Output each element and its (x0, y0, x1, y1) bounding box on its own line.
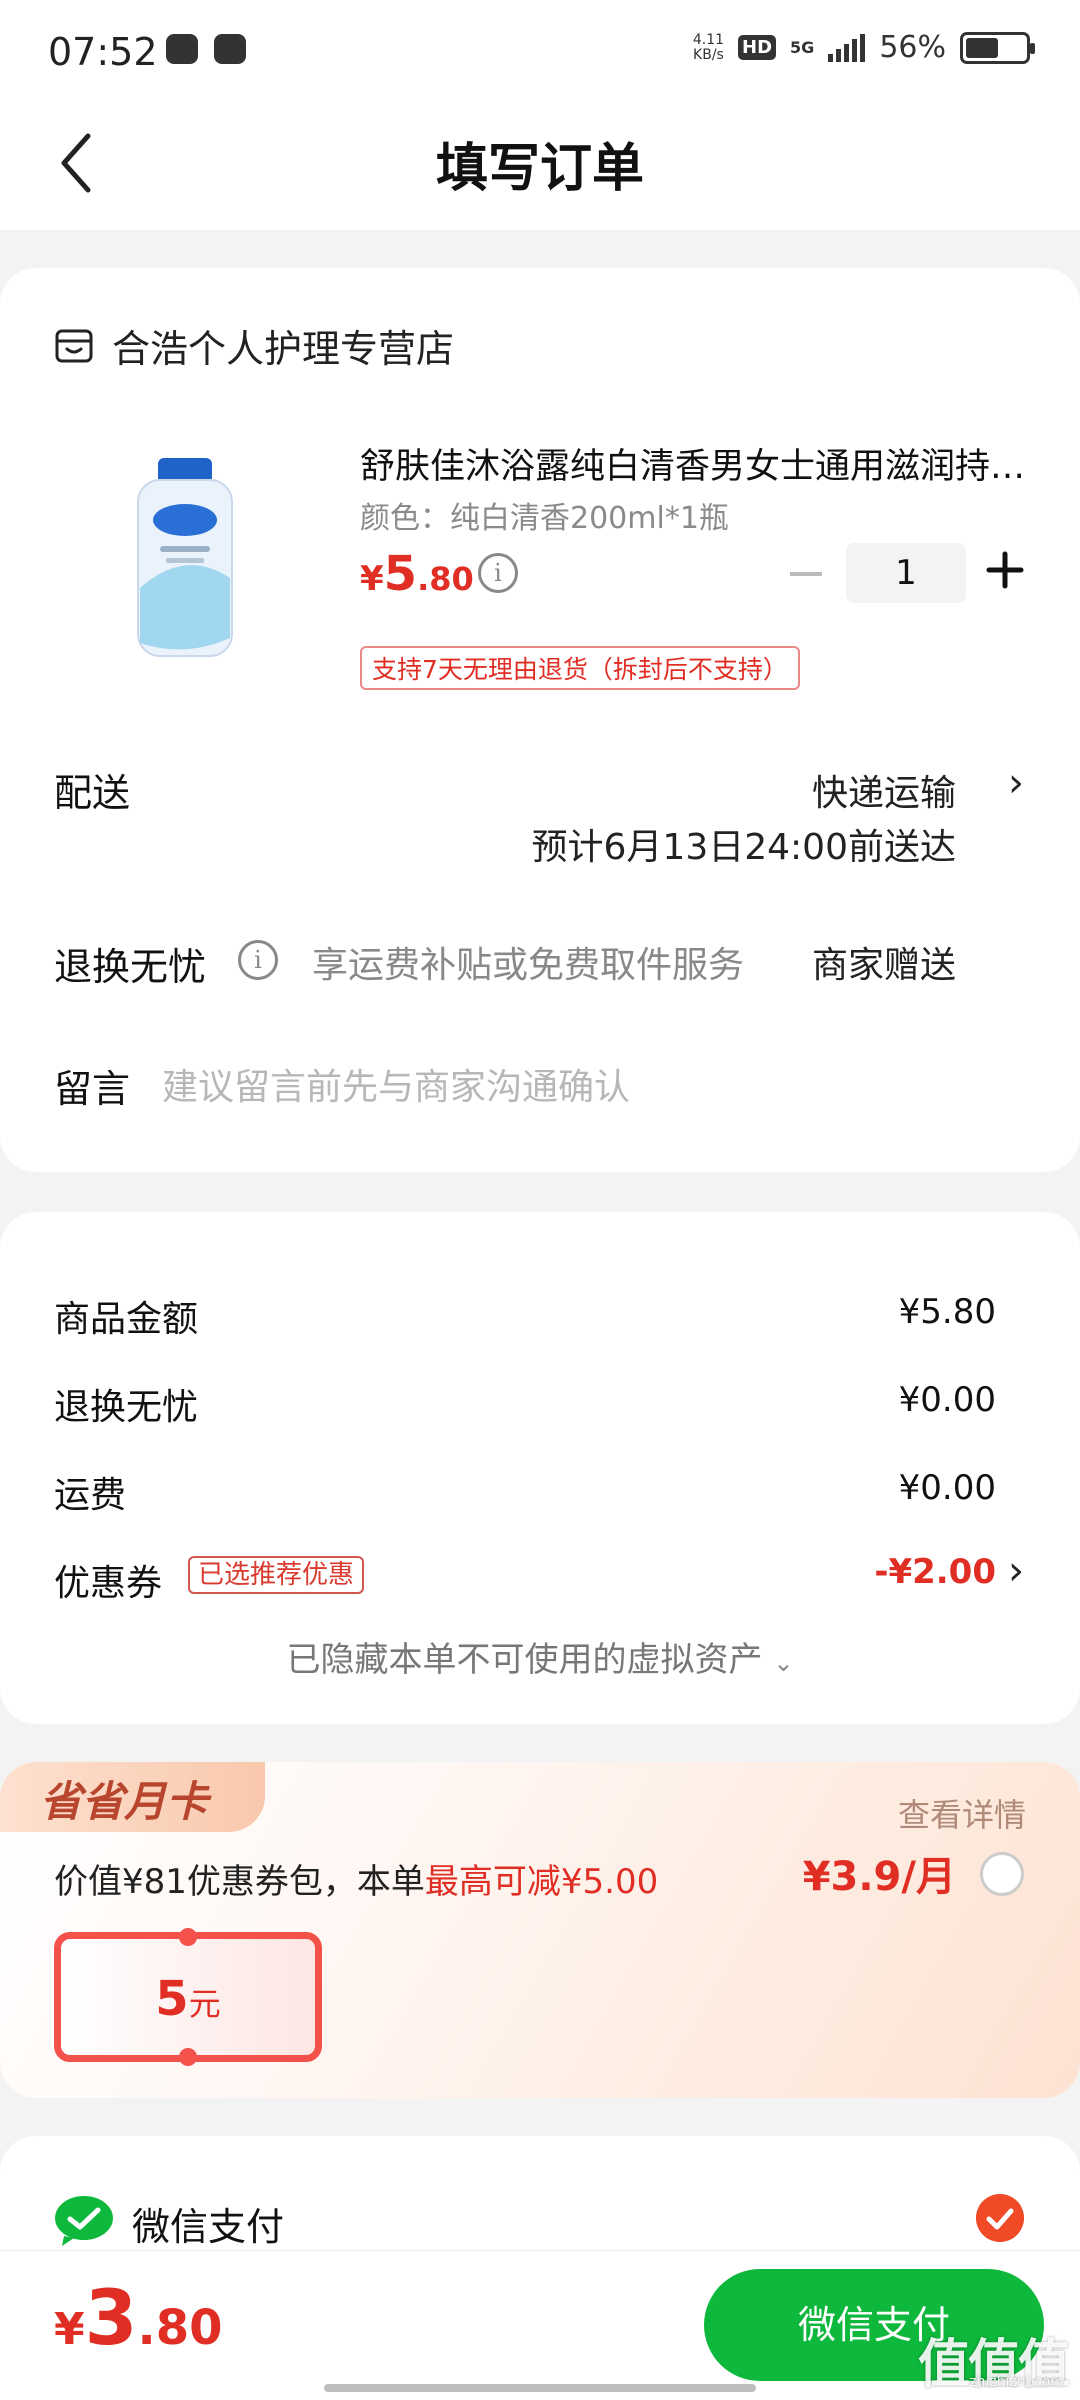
product-spec[interactable]: 颜色：纯白清香200ml*1瓶 (360, 493, 729, 537)
store-row[interactable]: 合浩个人护理专营店 (54, 318, 454, 373)
message-input[interactable]: 建议留言前先与商家沟通确认 (162, 1058, 630, 1110)
quantity-field[interactable]: 1 (846, 543, 966, 603)
product-image[interactable] (130, 458, 240, 658)
monthly-coupon: 5元 (54, 1928, 322, 2066)
monthly-card-detail-link[interactable]: 查看详情 (898, 1790, 1026, 1836)
product-price: ¥5.80 (360, 546, 474, 602)
home-indicator[interactable] (324, 2384, 756, 2392)
delivery-chevron-icon[interactable]: › (1008, 760, 1024, 806)
monthly-card-promo: 省省月卡 查看详情 价值¥81优惠券包，本单最高可减¥5.00 ¥3.9/月 5… (0, 1762, 1080, 2098)
price-summary-card: 商品金额 ¥5.80 退换无忧 ¥0.00 运费 ¥0.00 优惠券 已选推荐优… (0, 1212, 1080, 1724)
delivery-method[interactable]: 快递运输 (812, 764, 956, 816)
payment-selected-check-icon[interactable] (976, 2194, 1024, 2242)
monthly-coupon-value: 5元 (155, 1971, 221, 2027)
quantity-decrease-button[interactable] (790, 572, 822, 576)
wechat-pay-icon (55, 2196, 113, 2246)
worry-free-fee-value: ¥0.00 (898, 1380, 996, 1420)
monthly-card-badge: 省省月卡 (0, 1762, 265, 1832)
wechat-notification-icon (166, 34, 198, 64)
return-policy-tag: 支持7天无理由退货（拆封后不支持） (360, 646, 800, 690)
message-label: 留言 (54, 1067, 131, 1111)
page-title: 填写订单 (435, 139, 644, 199)
worry-free-label: 退换无忧 (54, 945, 207, 989)
battery-level (966, 37, 999, 58)
monthly-card-price: ¥3.9/月 (802, 1854, 956, 1900)
goods-amount-label: 商品金额 (54, 1299, 199, 1340)
delivery-eta: 预计6月13日24:00前送达 (531, 827, 956, 868)
coupon-selected-tag: 已选推荐优惠 (188, 1556, 365, 1594)
quantity-increase-button[interactable] (985, 550, 1025, 590)
store-name: 合浩个人护理专营店 (112, 327, 455, 371)
total-price: ¥3.80 (54, 2273, 223, 2362)
delivery-label: 配送 (54, 771, 131, 815)
coupon-chevron-icon[interactable]: › (1008, 1548, 1024, 1594)
coupon-label: 优惠券 (54, 1563, 163, 1604)
product-title[interactable]: 舒肤佳沐浴露纯白清香男女士通用滋润持久留香 (360, 438, 1030, 489)
payment-method-label: 微信支付 (132, 2205, 285, 2249)
shipping-label: 运费 (54, 1475, 127, 1516)
store-icon (55, 329, 93, 362)
hidden-assets-toggle[interactable]: 已隐藏本单不可使用的虚拟资产 ⌄ (0, 1632, 1080, 1681)
monthly-card-desc: 价值¥81优惠券包，本单最高可减¥5.00 (54, 1862, 659, 1902)
goods-amount-value: ¥5.80 (898, 1292, 996, 1332)
battery-percent: 56% (879, 30, 946, 65)
monthly-card-radio[interactable] (980, 1852, 1024, 1896)
worry-free-info-icon[interactable]: i (238, 940, 278, 980)
shipping-value: ¥0.00 (898, 1468, 996, 1508)
status-bar: 07:52 4.11 KB/s HD 5G 56% (0, 0, 1080, 100)
network-type: 5G (790, 38, 815, 57)
chevron-down-icon: ⌄ (773, 1649, 794, 1677)
price-info-icon[interactable]: i (478, 553, 518, 593)
site-watermark-url: zhizhizhi.com (969, 2374, 1064, 2390)
network-speed: 4.11 KB/s (692, 31, 725, 63)
message-notification-icon (214, 34, 246, 64)
worry-free-desc: 享运费补贴或免费取件服务 (312, 945, 745, 986)
worry-free-value: 商家赠送 (811, 945, 956, 986)
signal-icon (828, 33, 866, 62)
status-indicators: 4.11 KB/s HD 5G 56% (692, 30, 1035, 65)
status-time: 07:52 (48, 30, 158, 74)
nav-bar: 填写订单 (0, 100, 1080, 230)
order-card: 合浩个人护理专营店 舒肤佳沐浴露纯白清香男女士通用滋润持久留香 颜色：纯白清香2… (0, 268, 1080, 1172)
battery-icon (960, 31, 1035, 64)
worry-free-fee-label: 退换无忧 (54, 1387, 199, 1428)
coupon-value[interactable]: -¥2.00 (874, 1552, 996, 1592)
hd-icon: HD (738, 35, 777, 60)
